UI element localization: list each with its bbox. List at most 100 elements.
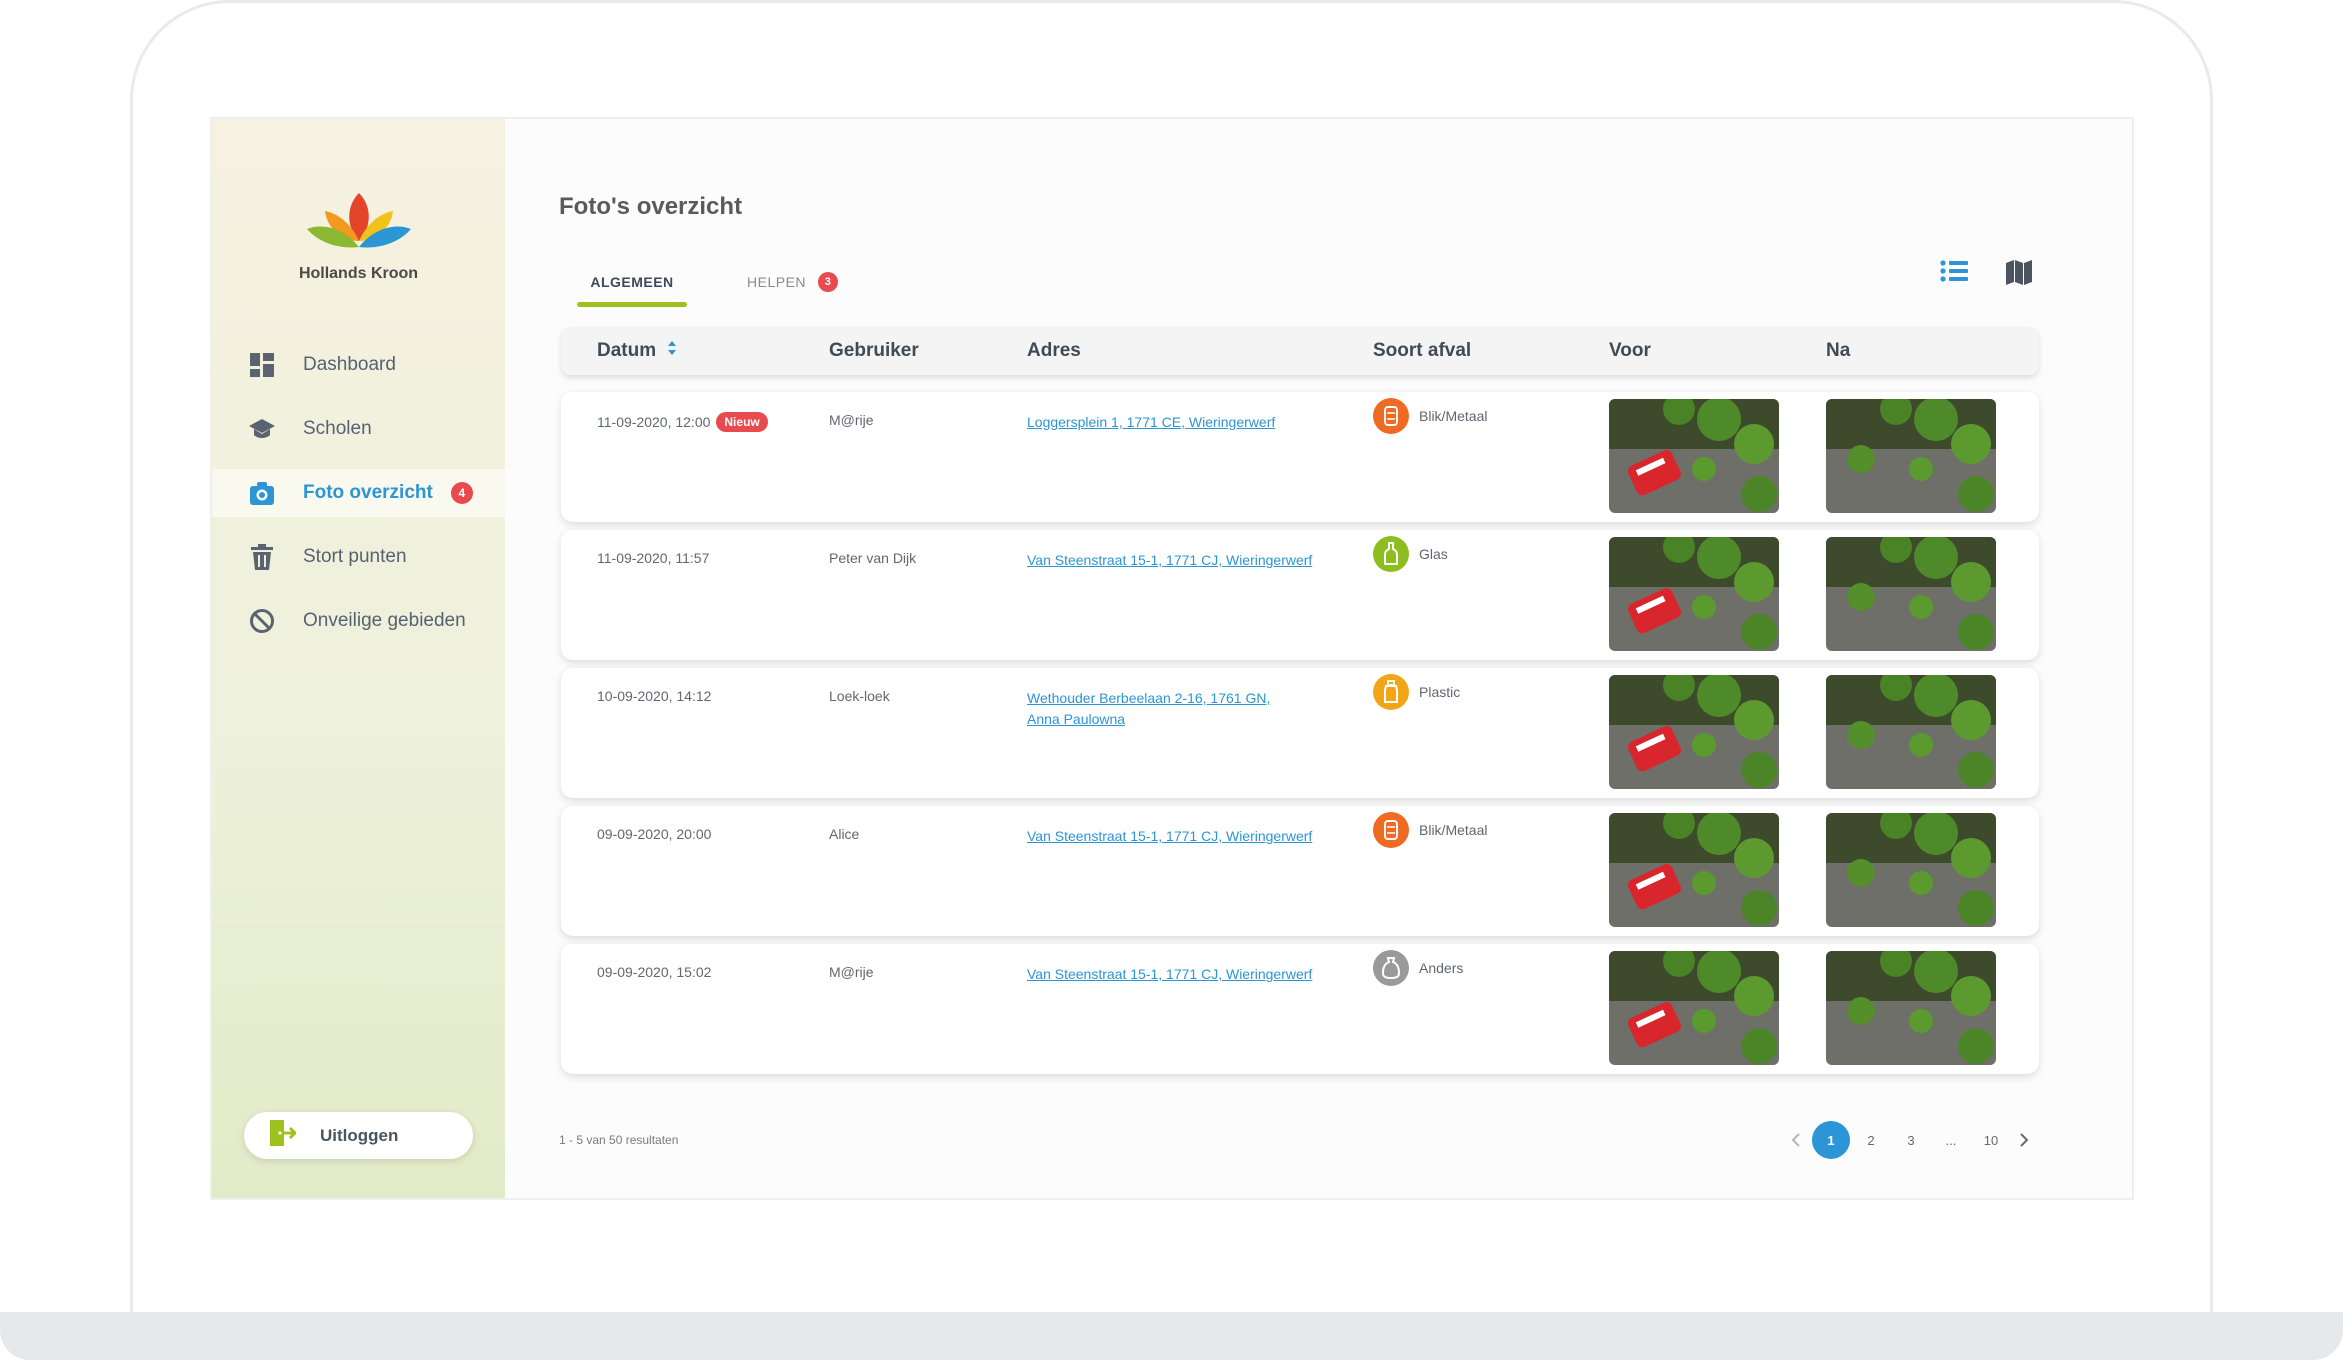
waste-type-label: Blik/Metaal	[1419, 822, 1488, 838]
waste-type-label: Glas	[1419, 546, 1448, 562]
waste-type-label: Blik/Metaal	[1419, 408, 1488, 424]
before-photo[interactable]	[1609, 537, 1779, 651]
logout-icon	[270, 1120, 298, 1151]
main-content: Foto's overzicht ALGEMEEN HELPEN 3 Datum	[505, 119, 2132, 1198]
date-cell: 11-09-2020, 12:00 Nieuw	[597, 412, 768, 432]
waste-type-cell: Blik/Metaal	[1373, 812, 1487, 848]
can-icon	[1373, 398, 1409, 434]
block-icon	[248, 607, 276, 635]
chevron-right-icon[interactable]	[2010, 1121, 2038, 1159]
before-photo[interactable]	[1609, 951, 1779, 1065]
page-button[interactable]: 3	[1892, 1121, 1930, 1159]
column-header-label: Datum	[597, 340, 657, 362]
tab-label: HELPEN	[747, 274, 807, 290]
camera-icon	[248, 479, 276, 507]
laptop-base	[0, 1312, 2343, 1360]
before-photo[interactable]	[1609, 813, 1779, 927]
table-row[interactable]: 09-09-2020, 15:02 M@rije Van Steenstraat…	[561, 944, 2039, 1074]
waste-type-cell: Anders	[1373, 950, 1463, 986]
logout-button[interactable]: Uitloggen	[244, 1112, 473, 1159]
plastic-bottle-icon	[1373, 674, 1409, 710]
page-button[interactable]: 10	[1972, 1121, 2010, 1159]
results-count: 1 - 5 van 50 resultaten	[559, 1133, 679, 1147]
before-photo[interactable]	[1609, 675, 1779, 789]
sidebar-item-onveilige-gebieden[interactable]: Onveilige gebieden	[212, 597, 505, 645]
address-link[interactable]: Van Steenstraat 15-1, 1771 CJ, Wieringer…	[1027, 964, 1327, 985]
tab-label: ALGEMEEN	[590, 274, 674, 290]
address-link[interactable]: Van Steenstraat 15-1, 1771 CJ, Wieringer…	[1027, 550, 1327, 571]
waste-type-cell: Glas	[1373, 536, 1448, 572]
tab-bar: ALGEMEEN HELPEN 3	[559, 267, 839, 307]
page-button[interactable]: 1	[1812, 1121, 1850, 1159]
map-view-icon[interactable]	[2006, 259, 2032, 290]
date-cell: 10-09-2020, 14:12	[597, 688, 712, 704]
user-cell: Peter van Dijk	[829, 550, 917, 566]
address-link[interactable]: Wethouder Berbeelaan 2-16, 1761 GN, Anna…	[1027, 688, 1297, 730]
waste-type-label: Plastic	[1419, 684, 1461, 700]
user-cell: Loek-loek	[829, 688, 890, 704]
app-window: Hollands Kroon Dashboard Scholen Foto ov…	[210, 117, 2134, 1200]
tab-algemeen[interactable]: ALGEMEEN	[577, 267, 687, 307]
after-photo[interactable]	[1826, 813, 1996, 927]
sidebar-item-scholen[interactable]: Scholen	[212, 405, 505, 453]
user-cell: M@rije	[829, 964, 874, 980]
sidebar-item-foto-overzicht[interactable]: Foto overzicht 4	[212, 469, 505, 517]
sidebar-item-stort-punten[interactable]: Stort punten	[212, 533, 505, 581]
column-header-adres: Adres	[1027, 340, 1081, 361]
table-row[interactable]: 11-09-2020, 12:00 Nieuw M@rije Loggersple…	[561, 392, 2039, 522]
table-row[interactable]: 09-09-2020, 20:00 Alice Van Steenstraat …	[561, 806, 2039, 936]
date-cell: 09-09-2020, 20:00	[597, 826, 712, 842]
list-view-icon[interactable]	[1940, 259, 1968, 290]
sidebar-item-label: Dashboard	[303, 354, 396, 375]
notification-badge: 4	[450, 482, 473, 504]
waste-type-label: Anders	[1419, 960, 1464, 976]
chevron-left-icon[interactable]	[1782, 1121, 1810, 1159]
table-body: 11-09-2020, 12:00 Nieuw M@rije Loggersple…	[561, 392, 2039, 1082]
sidebar-item-label: Foto overzicht	[303, 482, 433, 503]
waste-type-cell: Plastic	[1373, 674, 1460, 710]
sidebar: Hollands Kroon Dashboard Scholen Foto ov…	[212, 119, 505, 1198]
waste-type-cell: Blik/Metaal	[1373, 398, 1487, 434]
column-header-datum[interactable]: Datum	[597, 327, 677, 375]
table-row[interactable]: 10-09-2020, 14:12 Loek-loek Wethouder Be…	[561, 668, 2039, 798]
brand-name: Hollands Kroon	[298, 265, 419, 282]
date-cell: 11-09-2020, 11:57	[597, 550, 710, 566]
bag-icon	[1373, 950, 1409, 986]
table-row[interactable]: 11-09-2020, 11:57 Peter van Dijk Van Ste…	[561, 530, 2039, 660]
after-photo[interactable]	[1826, 399, 1996, 513]
column-header-na: Na	[1826, 340, 1851, 361]
lotus-logo-icon	[306, 193, 411, 248]
view-switcher	[1940, 259, 2032, 290]
notification-badge: 3	[818, 272, 839, 292]
date-cell: 09-09-2020, 15:02	[597, 964, 712, 980]
sort-icon[interactable]	[667, 327, 677, 375]
bottle-icon	[1373, 536, 1409, 572]
sidebar-item-label: Scholen	[303, 418, 372, 439]
graduation-cap-icon	[248, 415, 276, 443]
page-button[interactable]: 2	[1852, 1121, 1890, 1159]
dashboard-icon	[248, 351, 276, 379]
user-cell: M@rije	[829, 412, 874, 428]
brand-logo: Hollands Kroon	[212, 189, 505, 283]
before-photo[interactable]	[1609, 399, 1779, 513]
address-link[interactable]: Van Steenstraat 15-1, 1771 CJ, Wieringer…	[1027, 826, 1327, 847]
after-photo[interactable]	[1826, 951, 1996, 1065]
after-photo[interactable]	[1826, 537, 1996, 651]
address-link[interactable]: Loggersplein 1, 1771 CE, Wieringerwerf	[1027, 412, 1327, 433]
date-value: 11-09-2020, 12:00	[597, 414, 711, 430]
tab-helpen[interactable]: HELPEN 3	[747, 267, 839, 297]
new-badge: Nieuw	[716, 412, 768, 432]
sidebar-item-dashboard[interactable]: Dashboard	[212, 341, 505, 389]
trash-icon	[248, 543, 276, 571]
sidebar-nav: Dashboard Scholen Foto overzicht 4 Stort…	[212, 341, 505, 661]
logout-label: Uitloggen	[320, 1125, 399, 1145]
page-title: Foto's overzicht	[559, 193, 743, 220]
table-header: Datum Gebruiker Adres Soort afval Voor N…	[561, 327, 2039, 375]
page-ellipsis: ...	[1945, 1132, 1957, 1148]
column-header-voor: Voor	[1609, 340, 1651, 361]
column-header-soort-afval: Soort afval	[1373, 340, 1472, 361]
after-photo[interactable]	[1826, 675, 1996, 789]
can-icon	[1373, 812, 1409, 848]
sidebar-item-label: Stort punten	[303, 546, 407, 567]
pagination: 1 2 3 ... 10	[1782, 1121, 2038, 1159]
